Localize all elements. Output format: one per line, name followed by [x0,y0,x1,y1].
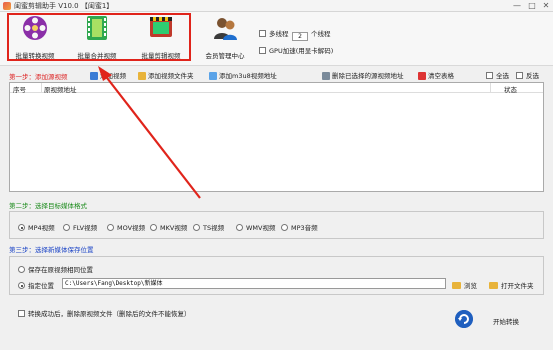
refresh-icon [455,310,473,328]
open-folder-button[interactable]: 打开文件夹 [489,280,534,290]
column-source-path[interactable]: 原视频地址 [44,84,77,94]
add-folder-label: 添加视频文件夹 [148,72,194,80]
close-button[interactable]: ✕ [539,0,553,12]
custom-location-label: 指定位置 [28,282,54,290]
thread-count-input[interactable]: 2 [292,32,308,41]
select-all-button[interactable]: 全选 [486,70,509,80]
format-mp4-label: MP4视频 [28,224,55,232]
open-folder-icon [489,282,498,289]
format-wmv-label: WMV视频 [246,224,276,232]
multithread-option[interactable]: 多线程 [259,28,289,38]
title-bar: 闺蜜剪辑助手 V10.0 【闺蜜1】 — □ ✕ [0,0,553,12]
table-header: 序号 原视频地址 状态 [10,83,543,94]
add-video-button[interactable]: 添加视频 [90,70,126,80]
format-mov-radio[interactable] [107,224,114,231]
format-wmv[interactable]: WMV视频 [236,222,275,232]
select-all-checkbox[interactable] [486,72,493,79]
users-icon [214,18,237,40]
step1-title: 第一步：添加源视频 [9,73,68,81]
format-ts[interactable]: TS视频 [193,222,224,232]
link-icon [209,72,217,80]
delete-after-option[interactable]: 转换成功后，删除原视频文件（删除后的文件不能恢复） [18,308,191,318]
format-mp3[interactable]: MP3音频 [281,222,318,232]
multithread-checkbox[interactable] [259,30,266,37]
open-folder-label: 打开文件夹 [501,282,534,290]
multithread-label: 多线程 [269,30,289,38]
minimize-button[interactable]: — [510,0,524,12]
clear-table-label: 清空表格 [428,72,454,80]
format-ts-label: TS视频 [203,224,225,232]
highlight-box [7,13,191,61]
custom-location-radio[interactable] [18,282,25,289]
start-convert-button[interactable]: 开始转换 [455,310,535,332]
format-mkv-label: MKV视频 [160,224,188,232]
save-path-input[interactable]: C:\Users\Fang\Desktop\新媒体 [62,278,446,289]
gpu-checkbox[interactable] [259,47,266,54]
browse-label: 浏览 [464,282,477,290]
format-flv[interactable]: FLV视频 [63,222,97,232]
member-center-button[interactable]: 会员管理中心 [194,14,256,60]
thread-count-group: 2 个线程 [289,28,331,41]
member-center-label: 会员管理中心 [205,52,245,60]
add-m3u8-button[interactable]: 添加m3u8视频地址 [209,70,277,80]
delete-after-checkbox[interactable] [18,310,25,317]
select-all-label: 全选 [496,72,509,80]
invert-select-button[interactable]: 反选 [516,70,539,80]
format-mp3-radio[interactable] [281,224,288,231]
window-title: 闺蜜剪辑助手 V10.0 【闺蜜1】 [14,2,114,10]
delete-selected-label: 删除已选择的源视频地址 [332,72,404,80]
clear-table-button[interactable]: 清空表格 [418,70,454,80]
add-folder-icon [138,72,146,80]
same-location-label: 保存在原视频相同位置 [28,266,93,274]
maximize-button[interactable]: □ [525,0,539,12]
format-mp3-label: MP3音频 [291,224,318,232]
column-divider [490,83,491,93]
format-mov-label: MOV视频 [117,224,146,232]
invert-select-checkbox[interactable] [516,72,523,79]
invert-select-label: 反选 [526,72,539,80]
column-divider [41,83,42,93]
format-wmv-radio[interactable] [236,224,243,231]
format-ts-radio[interactable] [193,224,200,231]
clear-icon [418,72,426,80]
format-mov[interactable]: MOV视频 [107,222,145,232]
format-mp4-radio[interactable] [18,224,25,231]
add-folder-button[interactable]: 添加视频文件夹 [138,70,194,80]
gpu-label: GPU加速(用显卡解码) [269,47,334,55]
add-video-icon [90,72,98,80]
browse-button[interactable]: 浏览 [452,280,477,290]
format-flv-radio[interactable] [63,224,70,231]
delete-selected-button[interactable]: 删除已选择的源视频地址 [322,70,404,80]
delete-list-icon [322,72,330,80]
column-status[interactable]: 状态 [504,84,517,94]
delete-after-label: 转换成功后，删除原视频文件（删除后的文件不能恢复） [28,310,191,318]
format-mkv[interactable]: MKV视频 [150,222,187,232]
gpu-option[interactable]: GPU加速(用显卡解码) [259,45,333,55]
format-flv-label: FLV视频 [73,224,98,232]
start-convert-label: 开始转换 [493,318,519,326]
same-location-option[interactable]: 保存在原视频相同位置 [18,264,93,274]
add-video-label: 添加视频 [100,72,126,80]
app-logo-icon [3,2,11,10]
same-location-radio[interactable] [18,266,25,273]
video-table[interactable]: 序号 原视频地址 状态 [9,82,544,192]
add-m3u8-label: 添加m3u8视频地址 [219,72,277,80]
column-index[interactable]: 序号 [13,84,26,94]
step2-title: 第二步：选择目标媒体格式 [9,202,87,210]
browse-folder-icon [452,282,461,289]
step3-title: 第三步：选择新媒体保存位置 [9,246,94,254]
thread-unit-label: 个线程 [311,30,331,38]
custom-location-option[interactable]: 指定位置 [18,280,54,290]
format-mp4[interactable]: MP4视频 [18,222,55,232]
format-mkv-radio[interactable] [150,224,157,231]
